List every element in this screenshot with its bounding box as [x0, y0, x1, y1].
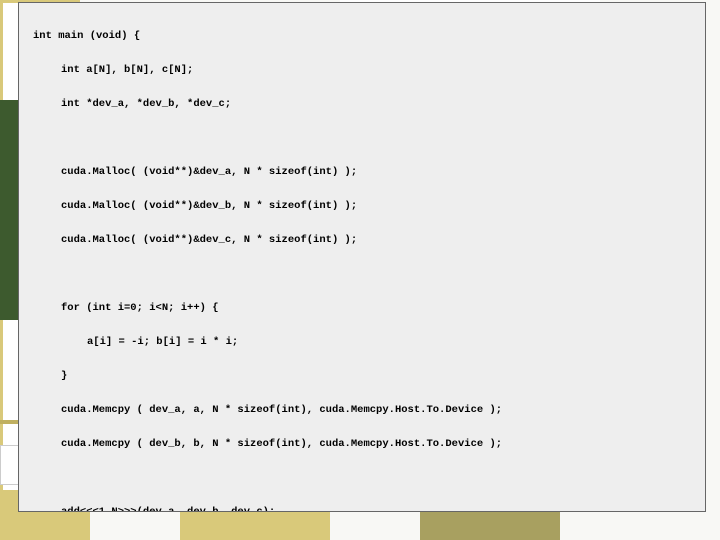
code-line: }	[27, 368, 697, 385]
code-panel: int main (void) { int a[N], b[N], c[N]; …	[18, 2, 706, 512]
code-line: cuda.Memcpy ( dev_b, b, N * sizeof(int),…	[27, 436, 697, 453]
code-line: cuda.Malloc( (void**)&dev_b, N * sizeof(…	[27, 198, 697, 215]
code-line: int a[N], b[N], c[N];	[27, 62, 697, 79]
code-line: cuda.Malloc( (void**)&dev_a, N * sizeof(…	[27, 164, 697, 181]
code-content: int main (void) { int a[N], b[N], c[N]; …	[27, 11, 697, 512]
code-line: add<<<1,N>>>(dev_a, dev_b, dev_c);	[27, 504, 697, 512]
code-line: int main (void) {	[27, 28, 697, 45]
code-line: cuda.Memcpy ( dev_a, a, N * sizeof(int),…	[27, 402, 697, 419]
code-line: a[i] = -i; b[i] = i * i;	[27, 334, 697, 351]
code-line: int *dev_a, *dev_b, *dev_c;	[27, 96, 697, 113]
code-line: for (int i=0; i<N; i++) {	[27, 300, 697, 317]
code-line: cuda.Malloc( (void**)&dev_c, N * sizeof(…	[27, 232, 697, 249]
